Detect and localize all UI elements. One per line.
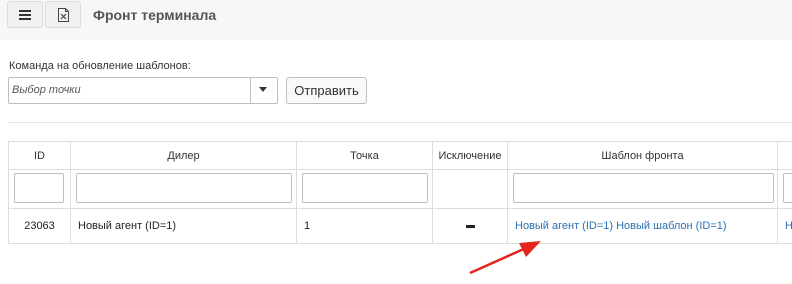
annotation-arrow (469, 241, 541, 275)
